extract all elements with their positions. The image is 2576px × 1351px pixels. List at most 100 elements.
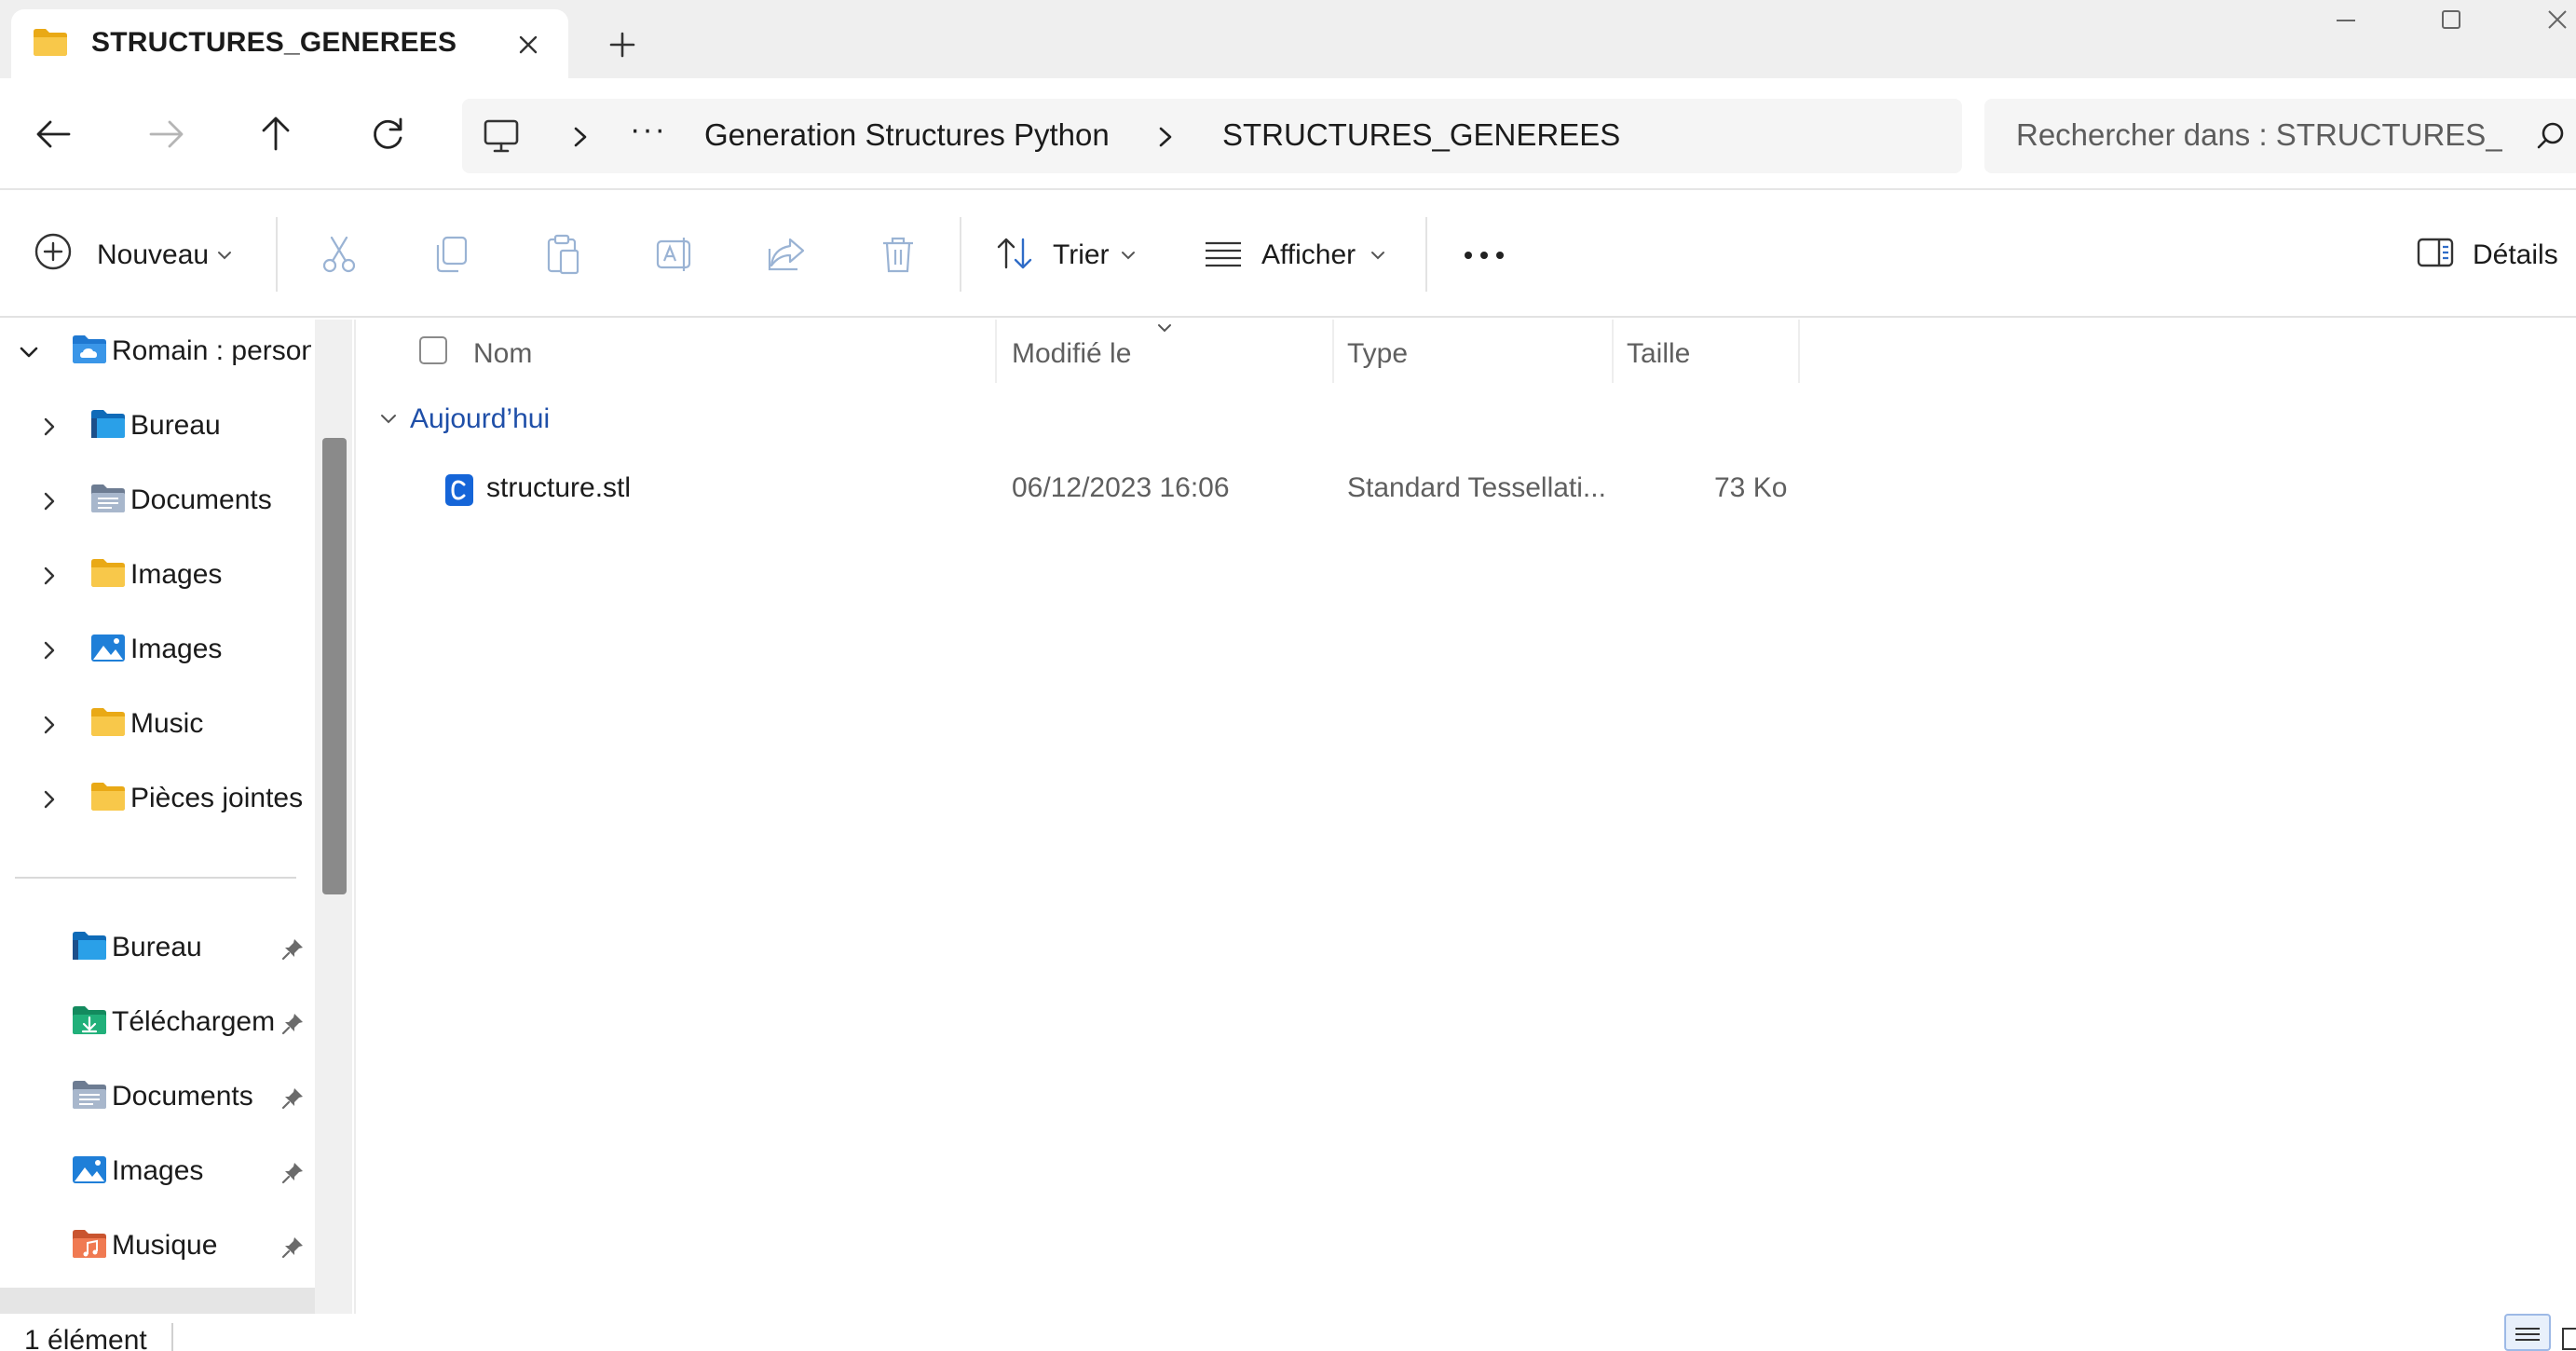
- tiles-view-button[interactable]: [2560, 1323, 2576, 1351]
- sidebar-item-documents[interactable]: Documents: [0, 469, 317, 534]
- pin-icon[interactable]: [279, 936, 306, 967]
- column-header-type[interactable]: Type: [1347, 338, 1408, 370]
- breadcrumb-item[interactable]: STRUCTURES_GENEREES: [1222, 117, 1620, 153]
- file-explorer-window: STRUCTURES_GENEREES ··· Generation Struc…: [0, 0, 2576, 1351]
- chevron-right-icon[interactable]: [37, 713, 61, 737]
- table-row[interactable]: structure.stl 06/12/2023 16:06 Standard …: [356, 457, 1800, 523]
- close-icon[interactable]: [2515, 0, 2576, 43]
- close-icon[interactable]: [510, 26, 547, 63]
- cut-icon[interactable]: [315, 230, 363, 279]
- group-label: Aujourd’hui: [410, 403, 551, 434]
- chevron-right-icon[interactable]: [37, 564, 61, 588]
- delete-icon[interactable]: [874, 230, 922, 279]
- navigation-pane: Romain : personnel Bureau Documents: [0, 320, 352, 1314]
- select-all-checkbox[interactable]: [419, 336, 447, 364]
- sidebar-item-pictures[interactable]: Images: [0, 618, 317, 683]
- quick-access-musique[interactable]: Musique: [0, 1214, 317, 1279]
- chevron-right-icon[interactable]: [37, 638, 61, 662]
- status-bar: 1 élément: [0, 1314, 2576, 1351]
- sidebar-selected-item[interactable]: [0, 1288, 315, 1316]
- pin-icon[interactable]: [279, 1085, 306, 1116]
- rename-icon[interactable]: [650, 230, 699, 279]
- computer-icon[interactable]: [483, 117, 520, 159]
- chevron-down-icon[interactable]: [378, 411, 399, 432]
- sort-descending-icon: [1153, 320, 1176, 339]
- details-pane-button[interactable]: Détails: [2415, 232, 2573, 279]
- tiles-view-icon: [2562, 1328, 2576, 1350]
- sidebar-item-label: Pièces jointes: [130, 783, 304, 813]
- tab-structures-generees[interactable]: STRUCTURES_GENEREES: [11, 9, 568, 78]
- chevron-down-icon: [216, 249, 233, 266]
- column-header-modified[interactable]: Modifié le: [1012, 338, 1131, 370]
- sidebar-item-label: Images: [130, 634, 223, 664]
- share-icon[interactable]: [762, 230, 811, 279]
- maximize-icon[interactable]: [2409, 0, 2493, 43]
- plus-icon[interactable]: [604, 26, 641, 63]
- sidebar-item-pieces-jointes[interactable]: Pièces jointes: [0, 767, 317, 832]
- sidebar-item-images[interactable]: Images: [0, 543, 317, 608]
- search-icon[interactable]: [2534, 119, 2568, 157]
- arrow-up-icon[interactable]: [250, 108, 302, 160]
- sidebar-item-music[interactable]: Music: [0, 692, 317, 757]
- paste-icon[interactable]: [538, 230, 587, 279]
- sidebar-item-label: Documents: [130, 484, 272, 515]
- search-placeholder: Rechercher dans : STRUCTURES_GENEREES: [2016, 117, 2502, 152]
- quick-access-bureau[interactable]: Bureau: [0, 916, 317, 981]
- quick-access-documents[interactable]: Documents: [0, 1065, 317, 1130]
- details-label: Détails: [2473, 239, 2558, 270]
- more-icon[interactable]: [1459, 232, 1509, 279]
- list-view-icon: [1206, 241, 1241, 267]
- item-count: 1 élément: [24, 1325, 147, 1351]
- chevron-right-icon[interactable]: [37, 415, 61, 439]
- details-view-button[interactable]: [2504, 1314, 2551, 1351]
- column-resizer[interactable]: [995, 320, 997, 383]
- folder-icon: [89, 705, 127, 744]
- column-resizer[interactable]: [1612, 320, 1614, 383]
- pin-icon[interactable]: [279, 1011, 306, 1042]
- scrollbar-thumb[interactable]: [322, 438, 347, 894]
- column-header-name[interactable]: Nom: [473, 338, 532, 370]
- breadcrumb-more[interactable]: ···: [630, 112, 667, 148]
- refresh-icon[interactable]: [361, 108, 414, 160]
- chevron-right-icon[interactable]: [37, 787, 61, 812]
- file-modified: 06/12/2023 16:06: [1012, 472, 1230, 503]
- view-button[interactable]: Afficher: [1202, 232, 1416, 279]
- quick-access-images[interactable]: Images: [0, 1139, 317, 1205]
- column-resizer[interactable]: [1798, 320, 1800, 383]
- file-list: Nom Modifié le Type Taille Aujourd’hui s…: [356, 320, 2576, 1314]
- quick-access-label: Téléchargements: [112, 1006, 276, 1037]
- pin-icon[interactable]: [279, 1160, 306, 1191]
- minimize-icon[interactable]: [2303, 0, 2387, 43]
- sort-button[interactable]: Trier: [993, 232, 1179, 279]
- quick-access-downloads[interactable]: Téléchargements: [0, 990, 317, 1056]
- folder-icon: [32, 26, 69, 62]
- copy-icon[interactable]: [427, 230, 475, 279]
- file-size: 73 Ko: [1714, 472, 1788, 503]
- folder-icon: [89, 780, 127, 818]
- sidebar-item-bureau[interactable]: Bureau: [0, 394, 317, 459]
- arrow-right-icon[interactable]: [140, 108, 192, 160]
- navigation-bar: ··· Generation Structures Python STRUCTU…: [0, 78, 2576, 190]
- list-view-icon: [2515, 1328, 2540, 1341]
- arrow-left-icon[interactable]: [28, 108, 80, 160]
- pin-icon[interactable]: [279, 1235, 306, 1265]
- pictures-folder-icon: [71, 1153, 108, 1191]
- desktop-folder-icon: [89, 407, 127, 445]
- chevron-right-icon[interactable]: [566, 121, 594, 153]
- folder-icon: [89, 556, 127, 594]
- sidebar-item-onedrive[interactable]: Romain : personnel: [0, 320, 317, 385]
- chevron-right-icon[interactable]: [37, 489, 61, 513]
- chevron-down-icon[interactable]: [17, 340, 41, 364]
- new-button[interactable]: Nouveau: [34, 232, 231, 279]
- chevron-down-icon: [1120, 249, 1137, 266]
- divider: [1425, 217, 1427, 292]
- column-resizer[interactable]: [1332, 320, 1334, 383]
- search-input[interactable]: Rechercher dans : STRUCTURES_GENEREES: [1984, 99, 2576, 173]
- sidebar-item-label: Images: [130, 559, 223, 590]
- quick-access-label: Images: [112, 1155, 204, 1186]
- chevron-right-icon[interactable]: [1152, 121, 1179, 153]
- sidebar-item-label: Music: [130, 708, 204, 739]
- address-bar[interactable]: ··· Generation Structures Python STRUCTU…: [462, 99, 1962, 173]
- column-header-size[interactable]: Taille: [1627, 338, 1690, 370]
- breadcrumb-item[interactable]: Generation Structures Python: [704, 117, 1110, 153]
